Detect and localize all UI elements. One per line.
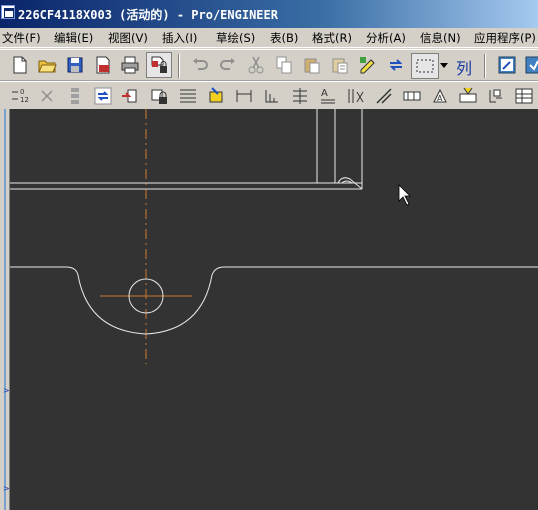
menu-view[interactable]: 视图(V) xyxy=(108,30,148,46)
menu-insert[interactable]: 插入(I) xyxy=(162,30,197,46)
drawing-lock-button[interactable] xyxy=(146,52,172,78)
graphics-window[interactable] xyxy=(10,109,538,510)
redo-icon[interactable] xyxy=(218,55,238,75)
table-insert-icon[interactable] xyxy=(514,86,534,106)
window-title: 226CF4118X003 (活动的) - Pro/ENGINEER xyxy=(18,8,278,22)
hatch-icon[interactable] xyxy=(206,86,226,106)
svg-text:A: A xyxy=(437,94,443,103)
regenerate-icon[interactable] xyxy=(358,55,378,75)
help-icon[interactable] xyxy=(524,55,538,75)
linear-dimension-icon[interactable] xyxy=(234,86,254,106)
left-splitter[interactable]: > > xyxy=(0,109,10,510)
save-icon[interactable] xyxy=(65,55,85,75)
menu-analysis[interactable]: 分析(A) xyxy=(366,30,406,46)
pro-engineer-icon[interactable] xyxy=(1,5,15,19)
undo-icon[interactable] xyxy=(190,55,210,75)
drawing-lock-icon xyxy=(151,56,167,73)
svg-text:12: 12 xyxy=(20,96,29,104)
expand-arrow-icon[interactable]: > xyxy=(3,485,10,493)
lock-view-icon[interactable] xyxy=(150,86,170,106)
delete-icon[interactable] xyxy=(37,86,57,106)
move-view-icon[interactable] xyxy=(120,86,140,106)
menu-file[interactable]: 文件(F) xyxy=(2,30,41,46)
paste-icon[interactable] xyxy=(302,55,322,75)
new-file-icon[interactable] xyxy=(10,55,30,75)
main-toolbar: 列 xyxy=(0,49,538,81)
open-folder-icon[interactable] xyxy=(37,55,57,75)
menu-info[interactable]: 信息(N) xyxy=(420,30,461,46)
note-icon[interactable]: A xyxy=(318,86,338,106)
paste-special-icon[interactable] xyxy=(330,55,350,75)
title-bar: 226CF4118X003 (活动的) - Pro/ENGINEER xyxy=(0,0,538,28)
column-icon[interactable]: 列 xyxy=(456,55,472,79)
datum-icon[interactable] xyxy=(402,86,422,106)
svg-text:A: A xyxy=(321,88,328,99)
leader-icon[interactable] xyxy=(346,86,366,106)
baseline-icon[interactable] xyxy=(290,86,310,106)
balloon-icon[interactable] xyxy=(486,86,506,106)
copy-icon[interactable] xyxy=(274,55,294,75)
table-icon[interactable] xyxy=(178,86,198,106)
menu-edit[interactable]: 编辑(E) xyxy=(54,30,93,46)
dimension-icon[interactable]: 012 xyxy=(10,86,30,106)
splitter-bar xyxy=(4,109,6,510)
toolbar-separator xyxy=(178,54,180,78)
drawing-canvas[interactable] xyxy=(10,109,538,510)
menu-sketch[interactable]: 草绘(S) xyxy=(216,30,255,46)
menu-table[interactable]: 表(B) xyxy=(270,30,298,46)
symbol-icon[interactable] xyxy=(374,86,394,106)
surface-finish-icon[interactable]: A xyxy=(430,86,450,106)
refresh-icon[interactable] xyxy=(386,55,406,75)
select-box-icon xyxy=(416,59,434,73)
menu-applications[interactable]: 应用程序(P) xyxy=(474,30,536,46)
ordinate-icon[interactable] xyxy=(262,86,282,106)
replace-icon[interactable] xyxy=(93,86,113,106)
repaint-icon[interactable] xyxy=(497,55,517,75)
menu-bar: 文件(F) 编辑(E) 视图(V) 插入(I) 草绘(S) 表(B) 格式(R)… xyxy=(0,28,538,48)
print-icon[interactable] xyxy=(120,55,140,75)
stack-icon[interactable] xyxy=(65,86,85,106)
toolbar-separator xyxy=(484,54,486,78)
menu-format[interactable]: 格式(R) xyxy=(312,30,352,46)
dropdown-icon[interactable] xyxy=(440,63,448,69)
drawing-toolbar: 0 12 A A xyxy=(0,81,538,109)
mouse-cursor-icon xyxy=(398,184,411,206)
print-preview-icon[interactable] xyxy=(93,55,113,75)
svg-text:0: 0 xyxy=(20,88,24,96)
select-box-button[interactable] xyxy=(411,53,439,79)
cut-icon[interactable] xyxy=(246,55,266,75)
part-profile[interactable] xyxy=(10,266,538,335)
expand-arrow-icon[interactable]: > xyxy=(3,387,10,395)
gtol-icon[interactable] xyxy=(458,86,478,106)
